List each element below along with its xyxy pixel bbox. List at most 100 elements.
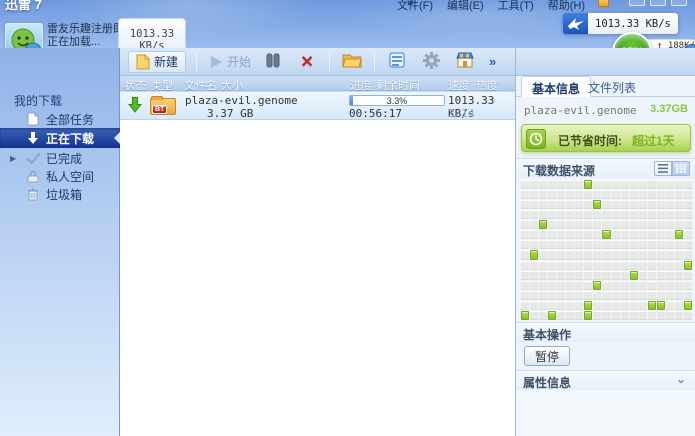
source-block [521,230,529,239]
skin-icon[interactable] [598,0,609,7]
source-block [566,250,574,259]
source-block [584,220,592,229]
source-block-active [657,301,665,310]
store-icon [456,52,474,68]
close-button[interactable] [671,0,687,6]
source-block [621,220,629,229]
source-block [530,190,538,199]
source-block [557,200,565,209]
source-block [575,261,583,270]
source-block [539,250,547,259]
sidebar-item-completed[interactable]: ▶ 已完成 [0,149,120,167]
task-row[interactable]: BT plaza-evil.genome 3.37 GB 3.3% 00:56:… [120,91,515,120]
new-document-icon [136,54,150,70]
source-block [575,200,583,209]
expand-arrow-icon[interactable]: ▶ [10,154,16,163]
saved-time-banner: 已节省时间: 超过1天 [521,124,691,152]
source-block [557,190,565,199]
source-block-active [584,180,592,189]
source-block [657,281,665,290]
source-block [575,240,583,249]
sidebar-item-trash[interactable]: 垃圾箱 [0,185,120,203]
source-block [639,240,647,249]
menu-help[interactable]: 帮助(H) [548,0,585,13]
source-block [521,190,529,199]
source-block [557,301,565,310]
source-block [657,210,665,219]
source-block [602,311,610,320]
source-block [530,200,538,209]
source-block [584,190,592,199]
source-block [666,210,674,219]
tab-file-list[interactable]: 文件列表 [578,76,646,97]
source-block [521,210,529,219]
source-block [602,291,610,300]
source-block [593,230,601,239]
source-block-active [584,311,592,320]
trash-icon [26,187,40,201]
source-block [575,210,583,219]
source-block [648,291,656,300]
source-block [602,261,610,270]
source-block [530,220,538,229]
global-speed-badge: 1013.33 KB/s [563,13,678,34]
source-block [539,261,547,270]
source-block [575,190,583,199]
props-title: 属性信息 [523,374,571,391]
toolbar-more-icon[interactable]: » [489,54,496,69]
menu-edit[interactable]: 编辑(E) [447,0,484,13]
source-block [566,200,574,209]
start-button[interactable]: 开始 [209,53,251,70]
maximize-button[interactable] [650,0,666,6]
source-block [530,271,538,280]
source-block [557,281,565,290]
play-icon [209,55,223,69]
source-block [612,190,620,199]
new-task-button[interactable]: 新建 [128,51,186,73]
source-block [539,240,547,249]
source-block [530,230,538,239]
sidebar-item-private-space[interactable]: 私人空间 [0,167,120,185]
source-block [657,311,665,320]
thunder-bird-icon [563,13,588,34]
speed-tab[interactable]: 1013.33 KB/s [118,18,186,48]
source-block [630,281,638,290]
source-block [666,200,674,209]
source-block [593,291,601,300]
source-block [666,240,674,249]
source-block [621,240,629,249]
minimize-button[interactable] [629,0,645,6]
delete-button[interactable]: ✕ [295,52,319,72]
sidebar-item-downloading[interactable]: 正在下载 [0,128,120,148]
source-block [584,200,592,209]
xunlei-window: 迅雷 7 » 文件(F) 编辑(E) 工具(T) 帮助(H) 雷友乐趣注册即得 … [0,0,695,436]
sidebar-item-all-tasks[interactable]: 全部任务 [0,110,120,128]
source-block [621,271,629,280]
task-list-view-button[interactable] [385,52,409,71]
grid-view-toggle[interactable] [672,161,690,176]
chevron-down-icon[interactable]: ⌄ [676,372,686,386]
source-block [675,190,683,199]
new-task-label: 新建 [154,53,178,70]
settings-button[interactable] [419,52,443,72]
toolbar-separator [329,52,330,72]
source-block [566,271,574,280]
menu-tools[interactable]: 工具(T) [498,0,534,13]
sidebar-item-label: 正在下载 [46,130,94,147]
list-view-toggle[interactable] [654,161,672,176]
saved-time-label: 已节省时间: [558,132,622,149]
source-block [639,230,647,239]
source-block [548,240,556,249]
menu-file[interactable]: 文件(F) [397,0,433,13]
source-block [521,180,529,189]
source-block [566,210,574,219]
source-block [539,301,547,310]
list-icon [389,52,405,68]
pause-button[interactable]: 暂停 [524,346,570,366]
pause-all-button[interactable] [261,53,285,71]
source-block [566,311,574,320]
source-block-active [648,301,656,310]
app-store-button[interactable] [453,52,477,71]
open-folder-button[interactable] [340,52,364,71]
source-block [612,240,620,249]
